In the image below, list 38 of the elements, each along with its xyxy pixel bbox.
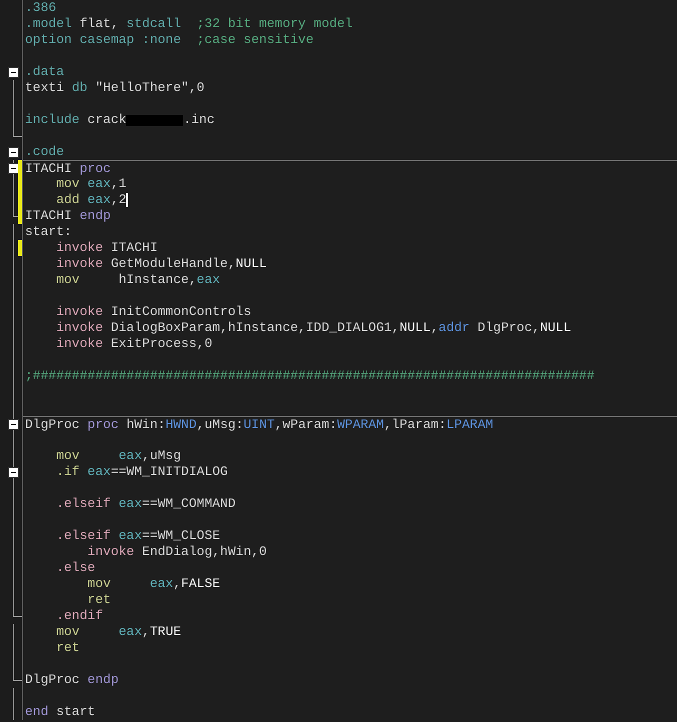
collapse-icon[interactable]	[8, 419, 19, 430]
code-line: start:	[25, 224, 72, 240]
code-line: invoke DialogBoxParam,hInstance,IDD_DIALOG1,NULL,addr DlgProc,NULL	[55, 320, 572, 336]
code-line: .if eax==WM_INITDIALOG	[55, 464, 228, 480]
code-line: ITACHI proc	[25, 162, 111, 176]
code-line: .model flat, stdcall ;32 bit memory model	[25, 16, 353, 32]
code-line: add eax,2	[55, 192, 128, 208]
collapse-icon[interactable]	[8, 147, 19, 158]
code-line: mov eax,TRUE	[55, 624, 182, 640]
code-line: .endif	[55, 608, 104, 624]
code-line: .code	[25, 144, 64, 160]
code-line: invoke GetModuleHandle,NULL	[55, 256, 267, 272]
code-line: ret	[55, 640, 80, 656]
code-line: mov eax,FALSE	[86, 576, 220, 592]
collapse-icon[interactable]	[8, 163, 19, 174]
code-line: invoke ITACHI	[55, 240, 158, 256]
code-line: .elseif eax==WM_CLOSE	[55, 528, 220, 544]
code-line: invoke InitCommonControls	[55, 304, 252, 320]
code-line: invoke ExitProcess,0	[55, 336, 212, 352]
code-line: DlgProc endp	[25, 672, 119, 688]
code-line: .elseif eax==WM_COMMAND	[55, 496, 236, 512]
code-line: mov eax,uMsg	[55, 448, 182, 464]
code-line: ITACHI endp	[25, 208, 111, 224]
code-line: option casemap :none ;case sensitive	[25, 32, 314, 48]
code-line: end start	[25, 704, 96, 720]
code-line: .else	[55, 560, 96, 576]
code-line: ;########################################################################	[25, 368, 594, 384]
collapse-icon[interactable]	[8, 467, 19, 478]
code-line: mov hInstance,eax	[55, 272, 220, 288]
code-line: .386	[25, 0, 56, 16]
collapse-icon[interactable]	[8, 67, 19, 78]
code-line: mov eax,1	[55, 176, 126, 192]
code-line: invoke EndDialog,hWin,0	[86, 544, 267, 560]
code-line: ret	[86, 592, 111, 608]
code-line: DlgProc proc hWin:HWND,uMsg:UINT,wParam:WPARAM,lParam:LPARAM	[25, 418, 494, 432]
code-line: include crack .inc	[25, 112, 215, 128]
code-line: texti db "HelloThere",0	[25, 80, 204, 96]
code-line: .data	[25, 64, 64, 80]
